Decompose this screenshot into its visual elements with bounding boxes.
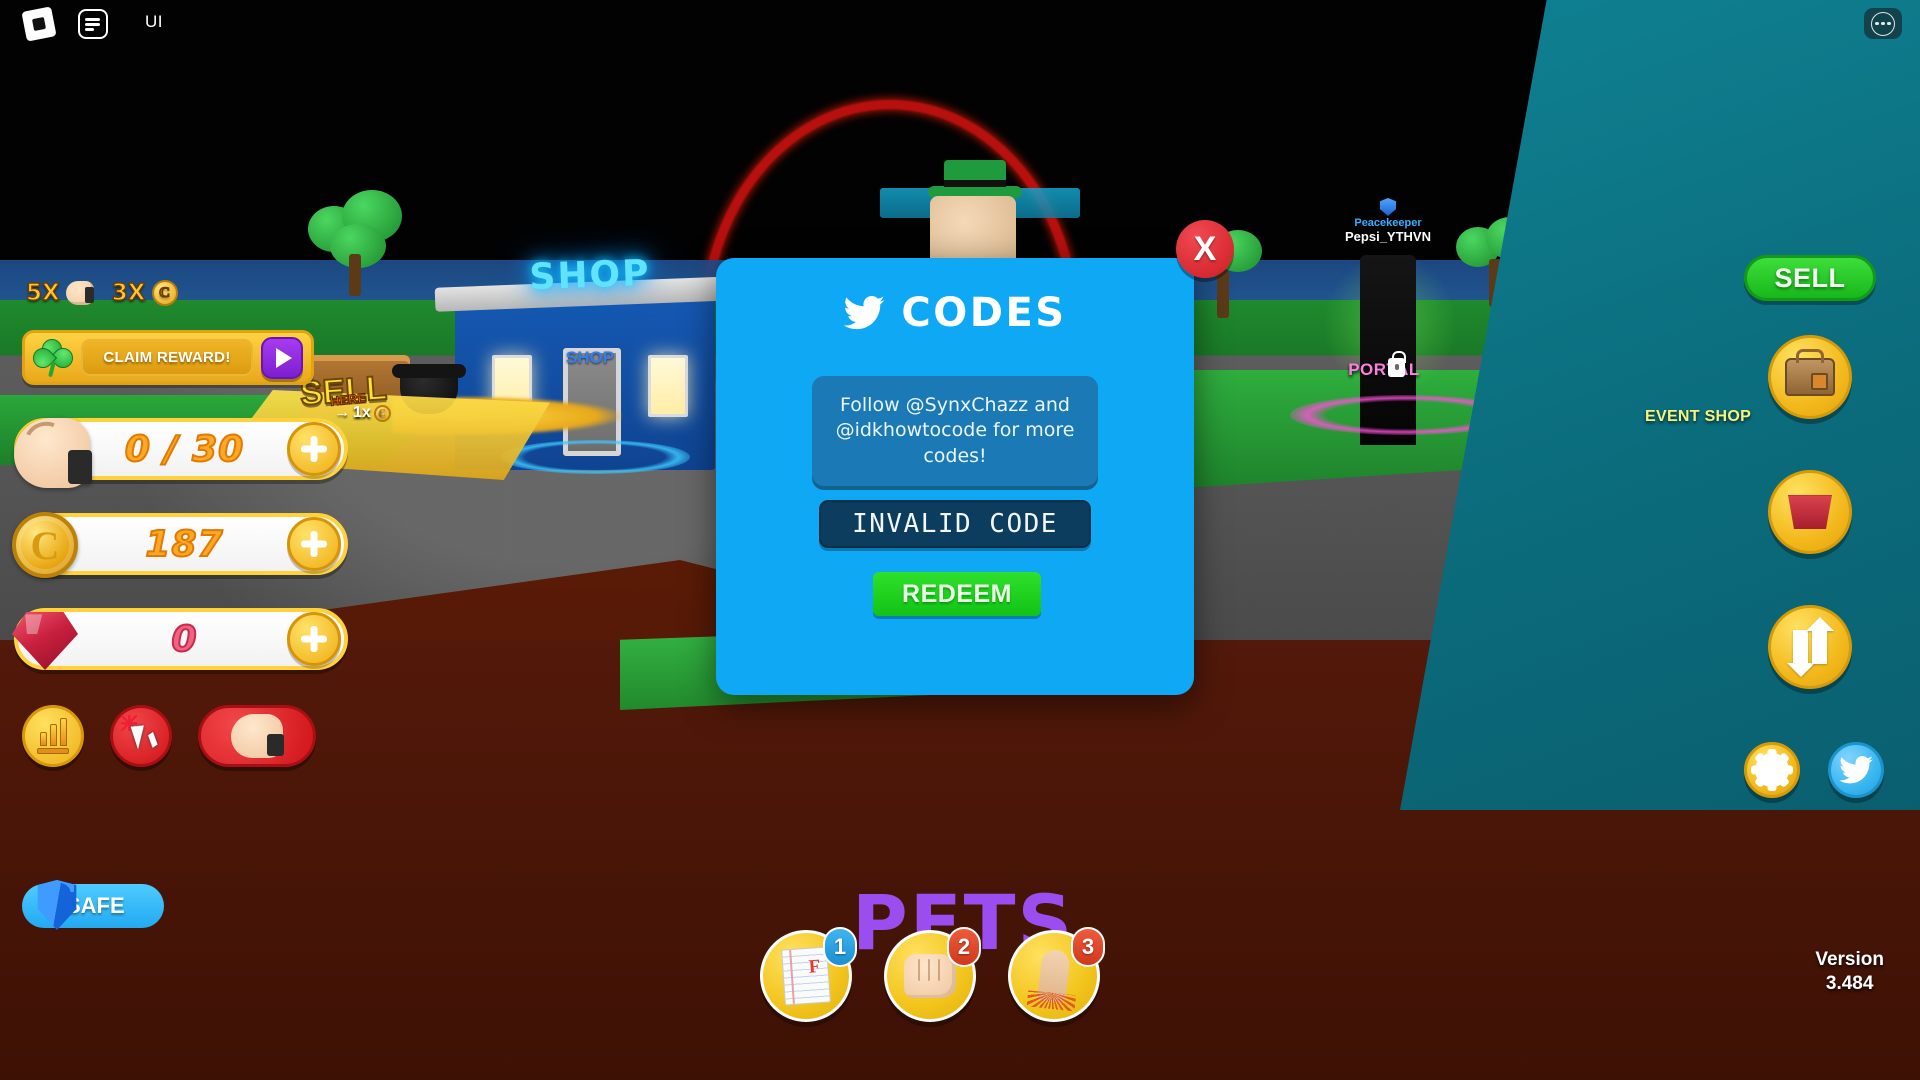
autoclick-button[interactable] xyxy=(110,705,172,767)
sell-multiplier-label: → 1x C xyxy=(334,404,391,422)
top-bar: UI xyxy=(0,0,1920,46)
player-name: Pepsi_YTHVN xyxy=(1345,228,1431,244)
play-arrow-icon[interactable] xyxy=(261,336,303,379)
twitter-icon xyxy=(843,296,885,330)
pot-rim xyxy=(392,364,466,378)
sell-button[interactable]: SELL xyxy=(1744,255,1876,301)
muscle-icon xyxy=(65,281,94,305)
trade-arrows-icon xyxy=(1793,630,1827,664)
menu-icon[interactable] xyxy=(78,9,108,39)
code-input-value: INVALID CODE xyxy=(852,509,1058,539)
safe-badge: SAFE xyxy=(22,880,164,930)
strength-plus-button[interactable] xyxy=(287,422,341,476)
shop-window-right xyxy=(648,355,688,417)
ui-label: UI xyxy=(145,12,163,31)
coin-icon: C xyxy=(151,280,178,306)
skill-slot-2[interactable]: 2 xyxy=(884,927,981,1022)
tree-left xyxy=(300,190,410,296)
strength-value: 0 / 30 xyxy=(124,428,245,471)
coin-multiplier: 3X C xyxy=(111,279,178,307)
strength-button[interactable] xyxy=(198,705,316,767)
coin-icon: C xyxy=(373,404,391,422)
event-shop-label: EVENT SHOP xyxy=(1645,408,1752,425)
codes-modal-title: CODES xyxy=(901,290,1067,336)
game-screen: SHOP SHOP SELL HERE → 1x C PORTAL Peacek… xyxy=(0,0,1920,1080)
redeem-label: REDEEM xyxy=(902,579,1012,608)
fist-icon xyxy=(904,954,956,998)
roblox-logo-icon[interactable] xyxy=(21,6,57,42)
player-nametag: Peacekeeper Pepsi_YTHVN xyxy=(1345,198,1431,245)
more-options-icon[interactable] xyxy=(1864,8,1902,39)
gems-value: 0 xyxy=(170,618,198,661)
coin-icon: C xyxy=(12,512,88,582)
codes-modal: X CODES Follow @SynxChazz and @idkhowtoc… xyxy=(716,220,1234,695)
inventory-button[interactable] xyxy=(1768,470,1852,554)
stat-row-coins[interactable]: C 187 xyxy=(12,512,348,578)
muscle-icon xyxy=(231,714,284,758)
player-title: Peacekeeper xyxy=(1354,217,1422,229)
claim-reward-button[interactable]: CLAIM REWARD! xyxy=(81,339,253,376)
coins-plus-button[interactable] xyxy=(287,517,341,571)
leg-icon xyxy=(1037,948,1071,1004)
bar-chart-icon xyxy=(37,718,69,754)
twitter-button[interactable] xyxy=(1828,742,1884,798)
shop-door-label: SHOP xyxy=(565,348,615,367)
basket-icon xyxy=(1788,495,1832,529)
skill-badge-2: 2 xyxy=(947,927,981,967)
portal-label: PORTAL xyxy=(1348,360,1420,379)
gem-icon xyxy=(12,612,88,682)
code-input[interactable]: INVALID CODE xyxy=(819,500,1091,548)
shield-icon xyxy=(37,880,77,930)
briefcase-icon xyxy=(1785,358,1835,396)
muscle-icon xyxy=(14,418,92,488)
stats-button[interactable] xyxy=(22,705,84,767)
stat-row-gems[interactable]: 0 xyxy=(12,608,348,670)
skill-slot-1[interactable]: F 1 xyxy=(760,927,857,1022)
skill-badge-3: 3 xyxy=(1071,927,1105,967)
claim-reward-bar[interactable]: CLAIM REWARD! xyxy=(22,330,314,385)
shop-teleport-ring xyxy=(500,440,690,474)
close-button[interactable]: X xyxy=(1176,220,1234,278)
gear-icon xyxy=(1751,749,1793,791)
version-info: Version 3.484 xyxy=(1815,948,1884,996)
shop-neon-sign: SHOP xyxy=(528,252,652,299)
codes-info-text: Follow @SynxChazz and @idkhowtocode for … xyxy=(835,393,1075,467)
version-number: 3.484 xyxy=(1825,972,1874,994)
cursor-click-icon xyxy=(121,715,159,754)
trade-button[interactable] xyxy=(1768,605,1852,689)
redeem-button[interactable]: REDEEM xyxy=(873,572,1041,616)
codes-modal-header: CODES xyxy=(716,290,1194,336)
lock-icon xyxy=(1388,351,1406,377)
stat-row-strength[interactable]: 0 / 30 xyxy=(14,418,348,488)
version-label: Version xyxy=(1815,949,1884,970)
close-icon: X xyxy=(1193,230,1217,268)
twitter-icon xyxy=(1839,756,1873,784)
skill-slot-3[interactable]: 3 xyxy=(1008,927,1105,1022)
leprechaun-hat-band xyxy=(944,180,1006,187)
skill-badge-1: 1 xyxy=(823,927,857,967)
coins-value: 187 xyxy=(144,523,224,566)
skill-bar: F 1 2 3 xyxy=(760,927,1105,1022)
shield-icon xyxy=(1379,198,1396,216)
multiplier-row: 5X 3X C xyxy=(25,279,178,307)
gems-plus-button[interactable] xyxy=(287,612,341,666)
clover-icon xyxy=(28,334,78,377)
strength-multiplier: 5X xyxy=(25,279,94,307)
settings-button[interactable] xyxy=(1744,742,1800,798)
event-shop-button[interactable] xyxy=(1768,335,1852,419)
codes-info-box: Follow @SynxChazz and @idkhowtocode for … xyxy=(812,376,1098,486)
